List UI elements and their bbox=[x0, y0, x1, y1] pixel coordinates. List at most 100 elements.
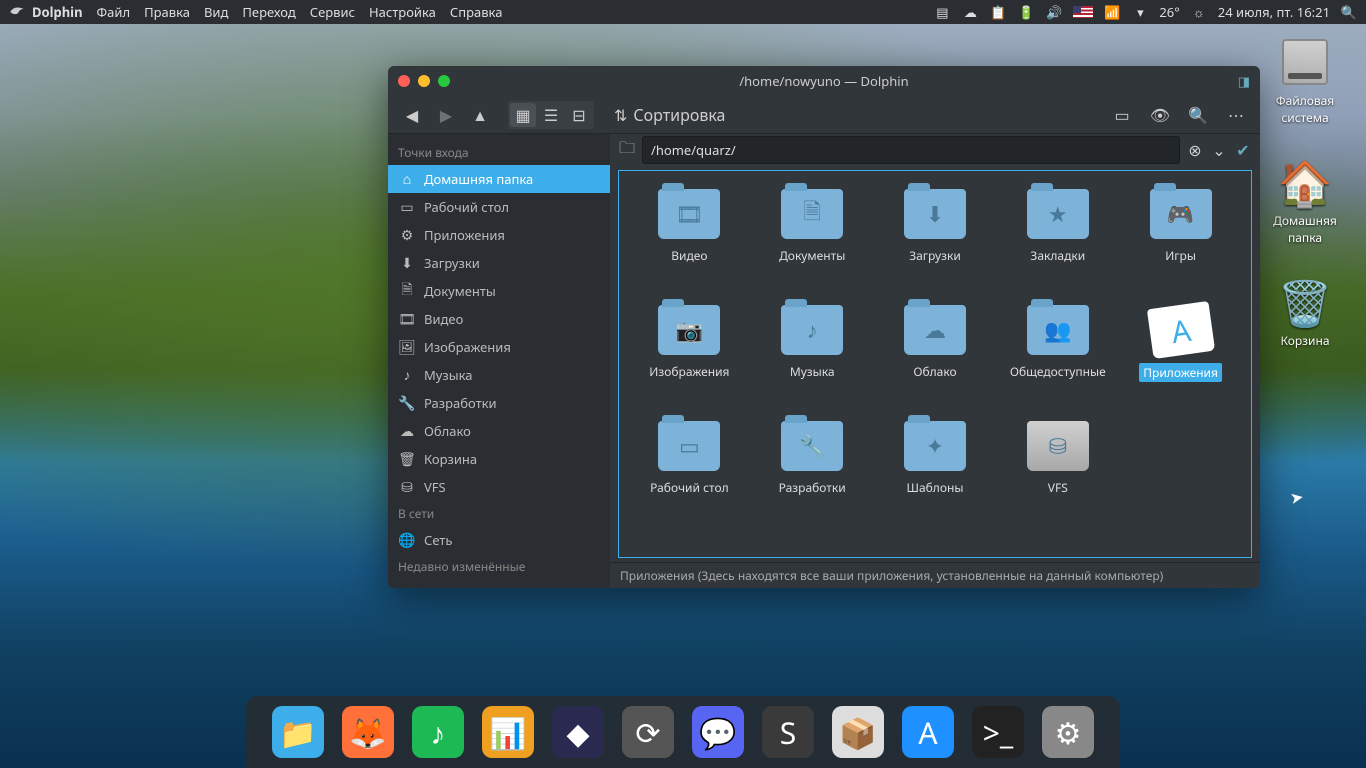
chat-icon[interactable]: ▤ bbox=[933, 3, 951, 21]
sidebar-item-dev[interactable]: 🔧Разработки bbox=[388, 389, 610, 417]
menu-edit[interactable]: Правка bbox=[144, 3, 190, 21]
file-games[interactable]: 🎮Игры bbox=[1122, 189, 1239, 301]
file-label: Шаблоны bbox=[907, 479, 964, 496]
sidebar-item-cloud[interactable]: ☁Облако bbox=[388, 417, 610, 445]
desktop-icon-trash[interactable]: 🗑️ Корзина bbox=[1262, 276, 1348, 349]
sidebar-item-net[interactable]: 🌐Сеть bbox=[388, 526, 610, 554]
menu-file[interactable]: Файл bbox=[97, 3, 131, 21]
folder-icon: A bbox=[1146, 301, 1214, 359]
new-tab-button[interactable]: ▭ bbox=[1108, 101, 1136, 129]
wifi-icon[interactable]: 📶 bbox=[1103, 3, 1121, 21]
weather-cloud-icon[interactable]: ☁ bbox=[961, 3, 979, 21]
sidebar-item-desktop[interactable]: ▭Рабочий стол bbox=[388, 193, 610, 221]
file-grid[interactable]: 🎞Видео🗎Документы⬇Загрузки★Закладки🎮Игры 📷… bbox=[618, 170, 1252, 558]
battery-icon[interactable]: 🔋 bbox=[1017, 3, 1035, 21]
minimize-button[interactable] bbox=[418, 75, 430, 87]
file-apps[interactable]: AПриложения bbox=[1122, 305, 1239, 417]
sidebar-item-trash[interactable]: 🗑Корзина bbox=[388, 445, 610, 473]
sidebar-item-apps[interactable]: ⚙Приложения bbox=[388, 221, 610, 249]
location-input[interactable] bbox=[642, 136, 1180, 164]
file-desktop[interactable]: ▭Рабочий стол bbox=[631, 421, 748, 533]
download-icon: ⬇ bbox=[926, 199, 944, 229]
sidebar-item-downloads[interactable]: ⬇Загрузки bbox=[388, 249, 610, 277]
file-downloads[interactable]: ⬇Загрузки bbox=[877, 189, 994, 301]
menu-help[interactable]: Справка bbox=[450, 3, 503, 21]
file-vfs[interactable]: ⛁ VFS bbox=[999, 421, 1116, 533]
dock-office[interactable]: 📊 bbox=[482, 706, 534, 758]
sidebar-item-home[interactable]: ⌂Домашняя папка bbox=[388, 165, 610, 193]
volume-icon[interactable]: 🔊 bbox=[1045, 3, 1063, 21]
file-bookmarks[interactable]: ★Закладки bbox=[999, 189, 1116, 301]
hdd-icon: ⛁ bbox=[1049, 431, 1067, 461]
file-documents[interactable]: 🗎Документы bbox=[754, 189, 871, 301]
sort-control[interactable]: ⇅ Сортировка bbox=[614, 104, 725, 126]
accept-location-icon[interactable]: ✔ bbox=[1234, 141, 1252, 159]
sidebar-item-vfs[interactable]: ⛁VFS bbox=[388, 473, 610, 501]
menu-tools[interactable]: Сервис bbox=[310, 3, 355, 21]
hdd-icon: ⛁ bbox=[398, 478, 416, 496]
dock-virtualbox[interactable]: 📦 bbox=[832, 706, 884, 758]
maximize-button[interactable] bbox=[438, 75, 450, 87]
clock[interactable]: 24 июля, пт. 16:21 bbox=[1218, 3, 1330, 21]
file-templates[interactable]: ✦Шаблоны bbox=[877, 421, 994, 533]
folder-icon: ★ bbox=[1027, 189, 1089, 239]
location-dropdown-icon[interactable]: ⌄ bbox=[1210, 141, 1228, 159]
sidebar-item-video[interactable]: 🎞Видео bbox=[388, 305, 610, 333]
clipboard-icon[interactable]: 📋 bbox=[989, 3, 1007, 21]
file-music[interactable]: ♪Музыка bbox=[754, 305, 871, 417]
file-cloud[interactable]: ☁Облако bbox=[877, 305, 994, 417]
icon-view-button[interactable]: ▦ bbox=[510, 103, 536, 127]
file-public[interactable]: 👥Общедоступные bbox=[999, 305, 1116, 417]
close-button[interactable] bbox=[398, 75, 410, 87]
sidebar-item-images[interactable]: 🖼Изображения bbox=[388, 333, 610, 361]
menu-go[interactable]: Переход bbox=[242, 3, 295, 21]
sidebar-item-label: Музыка bbox=[424, 366, 473, 384]
dock-settings[interactable]: ⚙ bbox=[1042, 706, 1094, 758]
sidebar-item-label: Изображения bbox=[424, 338, 511, 356]
app-icon: A bbox=[1168, 308, 1193, 351]
desktop-icon-home[interactable]: 🏠 Домашняя папка bbox=[1262, 156, 1348, 246]
dropdown-icon[interactable]: ▾ bbox=[1131, 3, 1149, 21]
sun-icon: ☼ bbox=[1190, 3, 1208, 21]
home-icon: 🏠 bbox=[1279, 156, 1331, 208]
up-button[interactable]: ▲ bbox=[466, 101, 494, 129]
window-keep-above-icon[interactable]: ◨ bbox=[1238, 72, 1250, 90]
menu-button[interactable]: ⋯ bbox=[1222, 101, 1250, 129]
file-label: VFS bbox=[1048, 479, 1068, 496]
dock-spotify[interactable]: ♪ bbox=[412, 706, 464, 758]
file-images[interactable]: 📷Изображения bbox=[631, 305, 748, 417]
list-view-button[interactable]: ☰ bbox=[538, 103, 564, 127]
forward-button[interactable]: ▶ bbox=[432, 101, 460, 129]
dock-sublime[interactable]: S bbox=[762, 706, 814, 758]
folder-icon: ♪ bbox=[781, 305, 843, 355]
keyboard-layout-flag-icon[interactable] bbox=[1073, 6, 1093, 18]
apps-icon: ⚙ bbox=[398, 226, 416, 244]
globe-icon: 🌐 bbox=[398, 531, 416, 549]
dock-firefox[interactable]: 🦊 bbox=[342, 706, 394, 758]
tree-view-button[interactable]: ⊟ bbox=[566, 103, 592, 127]
app-indicator[interactable]: Dolphin bbox=[8, 3, 83, 21]
sidebar-item-label: Видео bbox=[424, 310, 463, 328]
desktop-icon-filesystem[interactable]: Файловая система bbox=[1262, 36, 1348, 126]
folder-icon: ▭ bbox=[658, 421, 720, 471]
search-button[interactable]: 🔍 bbox=[1184, 101, 1212, 129]
window-titlebar[interactable]: /home/nowyuno — Dolphin ◨ bbox=[388, 66, 1260, 96]
menu-view[interactable]: Вид bbox=[204, 3, 228, 21]
dock-steam[interactable]: ⟳ bbox=[622, 706, 674, 758]
sidebar-item-label: Рабочий стол bbox=[424, 198, 509, 216]
preview-button[interactable]: 👁 bbox=[1146, 101, 1174, 129]
dock-dolphin[interactable]: 📁 bbox=[272, 706, 324, 758]
dock-appstore[interactable]: A bbox=[902, 706, 954, 758]
sidebar-item-music[interactable]: ♪Музыка bbox=[388, 361, 610, 389]
clear-location-icon[interactable]: ⊗ bbox=[1186, 141, 1204, 159]
back-button[interactable]: ◀ bbox=[398, 101, 426, 129]
dock-discord[interactable]: 💬 bbox=[692, 706, 744, 758]
search-icon[interactable]: 🔍 bbox=[1340, 3, 1358, 21]
menu-settings[interactable]: Настройка bbox=[369, 3, 436, 21]
dock-inkscape[interactable]: ◆ bbox=[552, 706, 604, 758]
file-video[interactable]: 🎞Видео bbox=[631, 189, 748, 301]
dock-terminal[interactable]: >_ bbox=[972, 706, 1024, 758]
weather-temp[interactable]: 26° bbox=[1159, 3, 1179, 21]
file-dev[interactable]: 🔧Разработки bbox=[754, 421, 871, 533]
sidebar-item-documents[interactable]: 🗎Документы bbox=[388, 277, 610, 305]
